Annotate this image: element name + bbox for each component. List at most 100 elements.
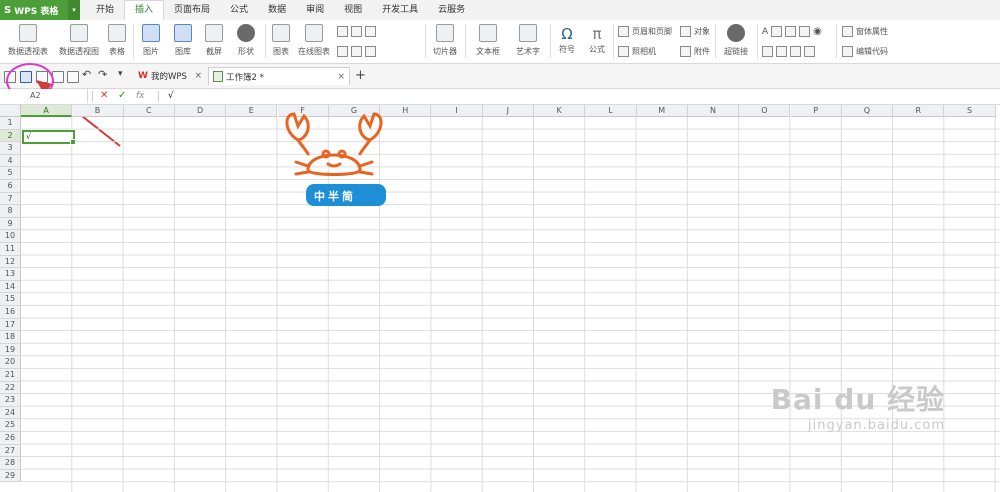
fx-icon[interactable]: fx bbox=[136, 89, 145, 103]
app-logo-button[interactable]: S WPS 表格 bbox=[0, 0, 68, 20]
column-header-j[interactable]: J bbox=[482, 105, 534, 117]
pivot-chart-button[interactable]: 数据透视图 bbox=[56, 24, 102, 57]
symbol-button[interactable]: Ω 符号 bbox=[555, 24, 579, 55]
attachment-button[interactable]: 附件 bbox=[680, 46, 710, 57]
camera-button[interactable]: 照相机 bbox=[618, 46, 656, 57]
row-header-28[interactable]: 28 bbox=[0, 457, 21, 470]
cell-area[interactable] bbox=[21, 117, 1000, 492]
slicer-button[interactable]: 切片器 bbox=[430, 24, 460, 57]
row-header-11[interactable]: 11 bbox=[0, 243, 21, 256]
tab-home[interactable]: 开始 bbox=[86, 0, 124, 20]
column-header-l[interactable]: L bbox=[585, 105, 637, 117]
column-header-n[interactable]: N bbox=[687, 105, 740, 117]
column-header-q[interactable]: Q bbox=[841, 105, 894, 117]
formula-button[interactable]: π 公式 bbox=[585, 24, 609, 55]
row-header-29[interactable]: 29 bbox=[0, 469, 21, 483]
shapes-button[interactable]: 形状 bbox=[232, 24, 260, 57]
column-header-s[interactable]: S bbox=[944, 105, 996, 117]
form-properties-button[interactable]: 窗体属性 bbox=[842, 26, 888, 37]
row-header-8[interactable]: 8 bbox=[0, 205, 21, 218]
tab-insert[interactable]: 插入 bbox=[124, 0, 165, 20]
gallery-button[interactable]: 图库 bbox=[170, 24, 196, 57]
ribbon-divider bbox=[550, 24, 551, 58]
row-header-1[interactable]: 1 bbox=[0, 117, 21, 130]
chart-button[interactable]: 图表 bbox=[270, 24, 292, 57]
row-header-26[interactable]: 26 bbox=[0, 432, 21, 445]
column-header-k[interactable]: K bbox=[534, 105, 586, 117]
row-header-23[interactable]: 23 bbox=[0, 394, 21, 407]
row-header-2[interactable]: 2 bbox=[0, 129, 21, 143]
tab-page-layout[interactable]: 页面布局 bbox=[164, 0, 220, 20]
baidu-watermark: Bai du 经验 jingyan.baidu.com bbox=[771, 378, 945, 433]
row-header-24[interactable]: 24 bbox=[0, 406, 21, 420]
tab-data[interactable]: 数据 bbox=[258, 0, 296, 20]
form-controls-row2[interactable] bbox=[762, 46, 815, 57]
row-header-19[interactable]: 19 bbox=[0, 343, 21, 357]
column-header-o[interactable]: O bbox=[739, 105, 791, 117]
row-header-16[interactable]: 16 bbox=[0, 306, 21, 319]
doc-tab-my-wps[interactable]: W 我的WPS × bbox=[134, 67, 206, 85]
pivot-table-button[interactable]: 数据透视表 bbox=[6, 24, 50, 57]
row-header-20[interactable]: 20 bbox=[0, 356, 21, 369]
mascot-badge-text: 中半简 bbox=[314, 190, 356, 203]
cancel-icon[interactable]: ✕ bbox=[100, 89, 108, 103]
row-header-7[interactable]: 7 bbox=[0, 192, 21, 206]
header-footer-icon bbox=[618, 26, 629, 37]
row-header-27[interactable]: 27 bbox=[0, 444, 21, 458]
tab-view[interactable]: 视图 bbox=[334, 0, 372, 20]
row-header-22[interactable]: 22 bbox=[0, 381, 21, 395]
quick-access-toolbar: ↶ ↷ ▾ W 我的WPS × 工作簿2 * × + bbox=[0, 64, 1000, 89]
name-box[interactable]: A2 bbox=[0, 89, 88, 103]
header-footer-button[interactable]: 页眉和页脚 bbox=[618, 26, 672, 37]
new-tab-icon[interactable]: + bbox=[355, 68, 366, 83]
screenshot-button[interactable]: 截屏 bbox=[201, 24, 227, 57]
row-header-6[interactable]: 6 bbox=[0, 180, 21, 193]
column-header-r[interactable]: R bbox=[893, 105, 945, 117]
doc-tab-workbook2[interactable]: 工作簿2 * × bbox=[208, 67, 350, 85]
column-header-e[interactable]: E bbox=[226, 105, 278, 117]
row-header-21[interactable]: 21 bbox=[0, 369, 21, 382]
picture-button[interactable]: 图片 bbox=[138, 24, 164, 57]
row-header-13[interactable]: 13 bbox=[0, 268, 21, 281]
online-chart-button[interactable]: 在线图表 bbox=[295, 24, 333, 57]
app-menu-dropdown-icon[interactable]: ▾ bbox=[68, 0, 80, 20]
row-header-10[interactable]: 10 bbox=[0, 230, 21, 243]
row-header-15[interactable]: 15 bbox=[0, 293, 21, 306]
fill-handle[interactable] bbox=[70, 139, 76, 145]
row-header-25[interactable]: 25 bbox=[0, 419, 21, 432]
close-tab-icon[interactable]: × bbox=[194, 71, 202, 81]
close-tab-icon[interactable]: × bbox=[337, 72, 345, 82]
tab-review[interactable]: 审阅 bbox=[296, 0, 334, 20]
form-controls-row1[interactable]: A ◉ bbox=[762, 26, 822, 37]
select-all-corner[interactable] bbox=[0, 105, 21, 117]
row-header-18[interactable]: 18 bbox=[0, 331, 21, 344]
edit-code-button[interactable]: 编辑代码 bbox=[842, 46, 888, 57]
table-button[interactable]: 表格 bbox=[106, 24, 128, 57]
column-header-d[interactable]: D bbox=[174, 105, 227, 117]
object-button[interactable]: 对象 bbox=[680, 26, 710, 37]
chart-type-buttons-row2[interactable] bbox=[337, 46, 376, 57]
row-header-14[interactable]: 14 bbox=[0, 280, 21, 294]
tab-developer[interactable]: 开发工具 bbox=[372, 0, 428, 20]
column-header-c[interactable]: C bbox=[123, 105, 175, 117]
column-header-p[interactable]: P bbox=[790, 105, 842, 117]
row-header-12[interactable]: 12 bbox=[0, 255, 21, 269]
chart-type-buttons-row1[interactable] bbox=[337, 26, 376, 37]
wordart-button[interactable]: 艺术字 bbox=[510, 24, 546, 57]
row-header-9[interactable]: 9 bbox=[0, 217, 21, 231]
row-header-4[interactable]: 4 bbox=[0, 154, 21, 168]
row-header-17[interactable]: 17 bbox=[0, 318, 21, 332]
hyperlink-button[interactable]: 超链接 bbox=[720, 24, 752, 57]
formula-input[interactable]: √ bbox=[168, 89, 174, 103]
row-header-5[interactable]: 5 bbox=[0, 167, 21, 180]
tab-formula[interactable]: 公式 bbox=[220, 0, 258, 20]
column-header-i[interactable]: I bbox=[431, 105, 483, 117]
column-header-a[interactable]: A bbox=[21, 105, 73, 117]
row-header-3[interactable]: 3 bbox=[0, 142, 21, 155]
column-header-b[interactable]: B bbox=[72, 105, 124, 117]
confirm-icon[interactable]: ✓ bbox=[118, 89, 126, 103]
textbox-button[interactable]: 文本框 bbox=[470, 24, 506, 57]
column-header-m[interactable]: M bbox=[636, 105, 688, 117]
active-cell[interactable]: √ bbox=[22, 130, 76, 145]
tab-cloud[interactable]: 云服务 bbox=[428, 0, 475, 20]
